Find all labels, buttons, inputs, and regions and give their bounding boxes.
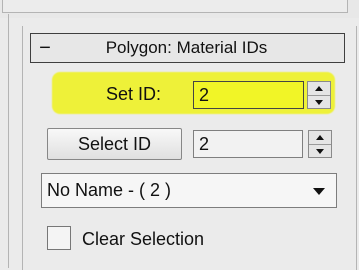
spinner-up-icon[interactable]: [316, 135, 324, 140]
dropdown-arrow-icon[interactable]: [313, 188, 325, 195]
set-id-spinner[interactable]: [307, 81, 331, 109]
spinner-up-icon[interactable]: [315, 86, 323, 91]
dropdown-selected-value: No Name - ( 2 ): [47, 180, 172, 200]
spinner-down-icon[interactable]: [316, 149, 324, 154]
spinner-down-icon[interactable]: [315, 100, 323, 105]
select-id-button[interactable]: Select ID: [47, 128, 182, 160]
set-id-input[interactable]: 2: [193, 81, 304, 109]
top-frame: [0, 0, 359, 18]
top-frame-inner: [2, 0, 348, 13]
select-id-input[interactable]: 2: [193, 130, 303, 158]
select-id-spinner[interactable]: [308, 130, 332, 158]
rollout-header[interactable]: − Polygon: Material IDs: [30, 33, 345, 63]
set-id-label: Set ID:: [106, 84, 162, 104]
collapse-icon[interactable]: −: [31, 38, 59, 58]
rollout-title: Polygon: Material IDs: [105, 38, 268, 57]
clear-selection-checkbox[interactable]: [47, 226, 71, 250]
left-rail: [8, 14, 9, 268]
material-name-dropdown[interactable]: No Name - ( 2 ): [41, 173, 337, 208]
clear-selection-label[interactable]: Clear Selection: [82, 229, 204, 250]
